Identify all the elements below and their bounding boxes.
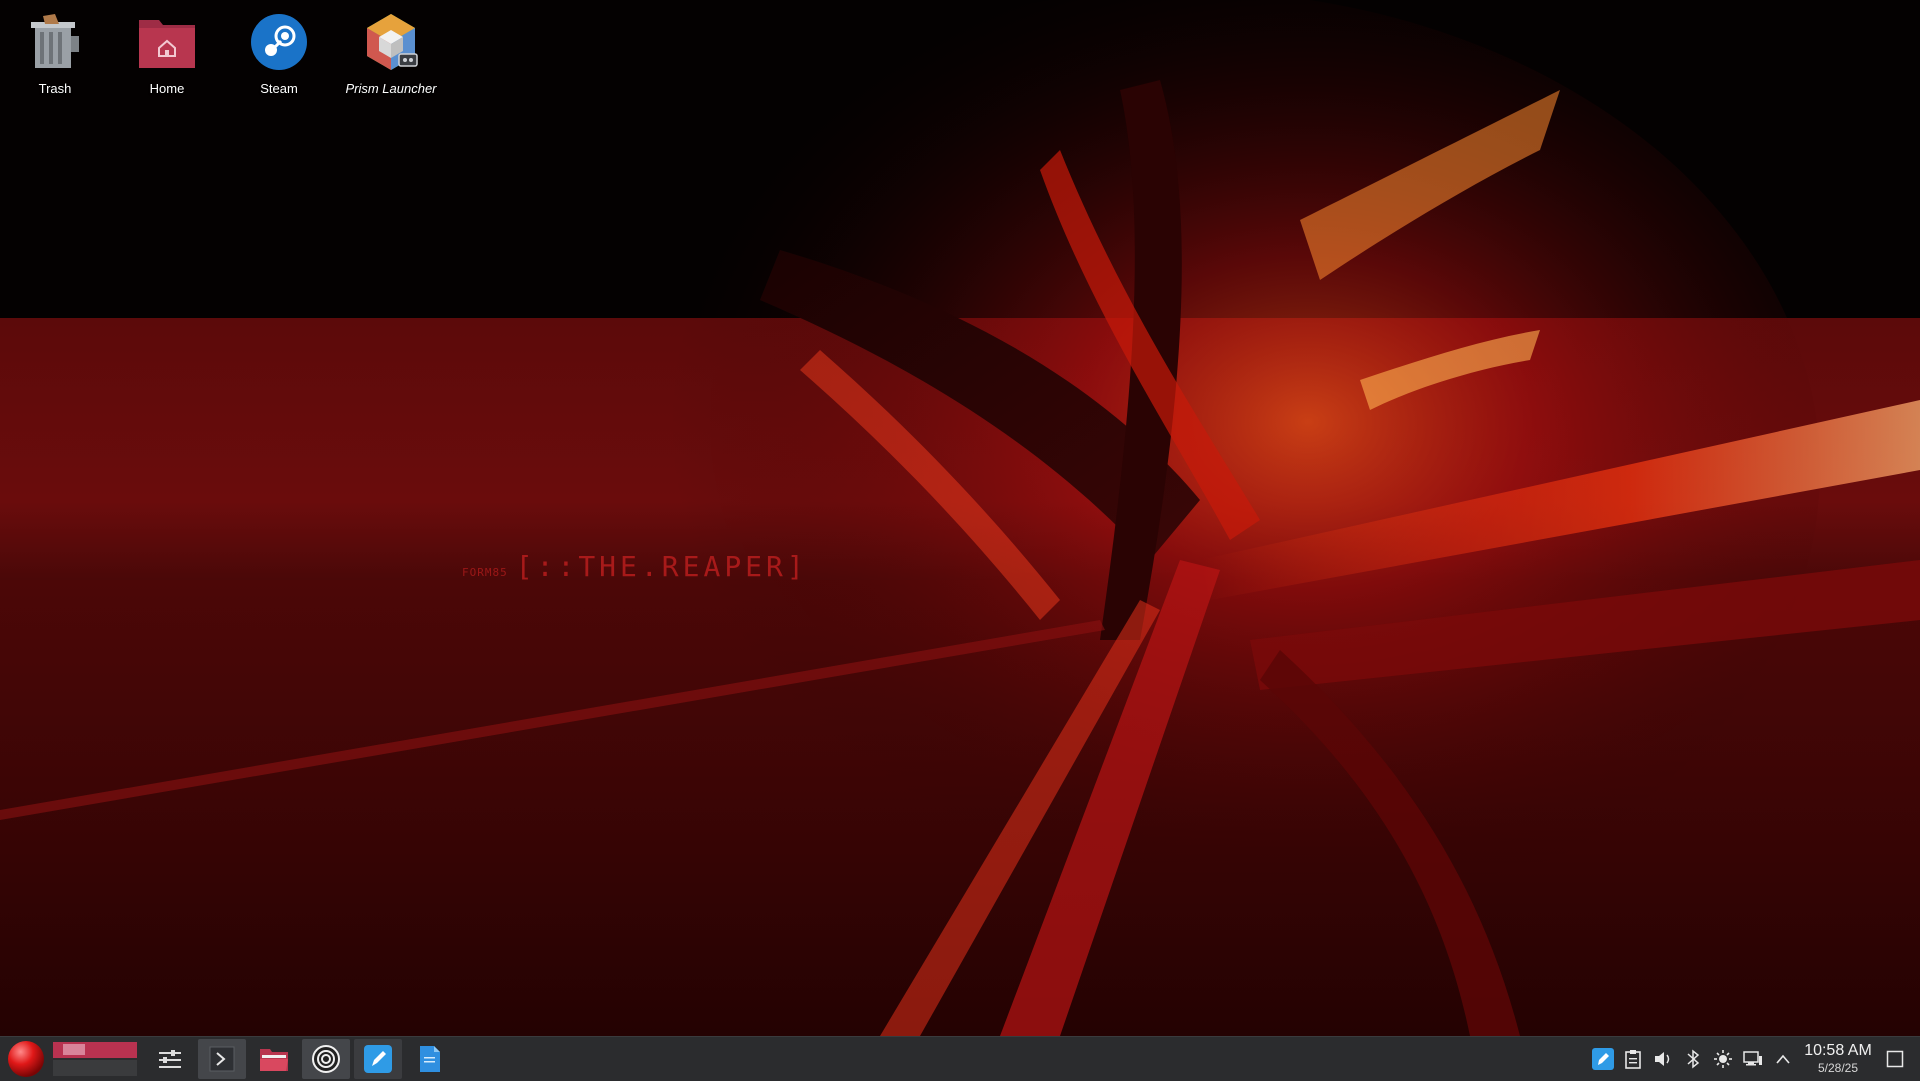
text-editor-icon [364,1045,392,1073]
application-launcher-icon [8,1041,44,1077]
system-settings-icon [159,1050,181,1068]
task-text-editor[interactable] [354,1039,402,1079]
brightness-icon[interactable] [1711,1045,1735,1073]
home-folder-icon [137,12,197,72]
network-icon[interactable] [1741,1045,1765,1073]
digital-clock[interactable]: 10:58 AM 5/28/25 [1798,1041,1878,1075]
document-viewer-icon [420,1046,440,1072]
desktop-icon-home[interactable]: Home [117,8,217,98]
task-system-settings[interactable] [146,1039,194,1079]
wallpaper-title: FORM85 [::THE.REAPER] [462,550,808,583]
desktop-icon-label: Trash [38,81,72,96]
volume-icon[interactable] [1651,1045,1675,1073]
terminal-icon [209,1046,235,1072]
steam-icon [249,12,309,72]
clock-date: 5/28/25 [1817,1061,1859,1075]
show-hidden-icons-icon[interactable] [1771,1045,1795,1073]
abstract-art [0,0,1920,1036]
show-desktop-button[interactable] [1883,1045,1907,1073]
file-manager-icon [260,1049,288,1071]
application-launcher-button[interactable] [4,1039,48,1079]
prism-launcher-icon [361,12,421,72]
desktop-wallpaper: FORM85 [::THE.REAPER] [0,0,1920,1036]
bluetooth-icon[interactable] [1681,1045,1705,1073]
trash-icon [25,12,85,72]
virtual-desktop-2[interactable] [53,1060,137,1076]
desktop-icon-steam[interactable]: Steam [229,8,329,98]
virtual-desktop-1[interactable] [53,1042,137,1058]
desktop-icon-label: Steam [260,81,298,96]
text-editor-tray-icon[interactable] [1591,1045,1615,1073]
obs-studio-icon [312,1045,340,1073]
desktop-icon-label: Home [149,81,185,96]
task-obs-studio[interactable] [302,1039,350,1079]
task-file-manager[interactable] [250,1039,298,1079]
desktop-icon-prism-launcher[interactable]: Prism Launcher [341,8,441,98]
desktop-icon-label: Prism Launcher [345,81,437,96]
virtual-desktop-pager[interactable] [52,1039,138,1079]
clipboard-icon[interactable] [1621,1045,1645,1073]
task-terminal[interactable] [198,1039,246,1079]
desktop-icon-trash[interactable]: Trash [5,8,105,98]
show-desktop-icon [1886,1050,1904,1068]
taskbar: 10:58 AM 5/28/25 [0,1036,1920,1081]
task-document-viewer[interactable] [406,1039,454,1079]
clock-time: 10:58 AM [1804,1042,1872,1059]
